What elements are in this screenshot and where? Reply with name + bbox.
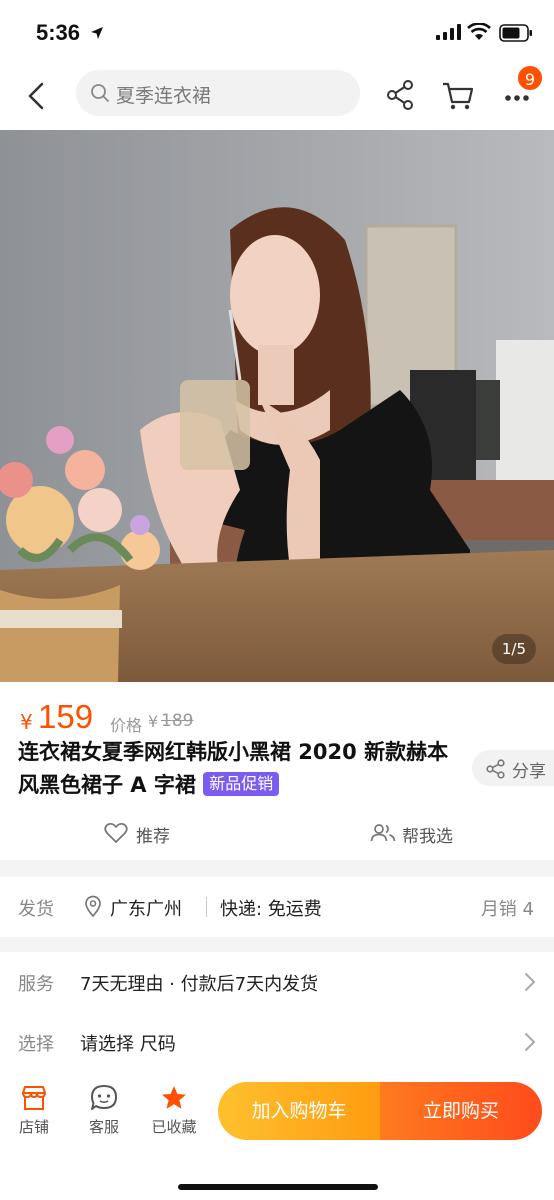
add-to-cart-button[interactable]: 加入购物车: [218, 1082, 380, 1140]
search-placeholder: 夏季连衣裙: [116, 85, 212, 107]
users-icon: [370, 824, 396, 842]
share-icon[interactable]: [384, 78, 416, 112]
cellular-signal-icon: [436, 24, 461, 40]
share-button[interactable]: 分享: [472, 750, 554, 786]
chevron-right-icon: [525, 1033, 536, 1051]
shipping-location: 广东广州: [110, 899, 182, 920]
location-arrow-icon: [91, 27, 103, 39]
status-time: 5:36: [36, 20, 81, 45]
star-icon: [162, 1086, 186, 1109]
buy-now-button[interactable]: 立即购买: [380, 1082, 542, 1140]
service-label: 服务: [18, 974, 54, 995]
product-image[interactable]: 1/5: [0, 130, 554, 682]
back-arrow-icon[interactable]: [22, 78, 54, 114]
status-bar: 5:36: [0, 0, 554, 64]
favorite-tab[interactable]: 已收藏: [144, 1084, 204, 1144]
search-icon: [91, 84, 109, 102]
price-currency: ¥: [20, 710, 33, 734]
select-value: 请选择 尺码: [80, 1034, 176, 1055]
service-value: 7天无理由 · 付款后7天内发货: [80, 974, 319, 995]
message-badge: 9: [516, 64, 544, 92]
service-row[interactable]: 服务 7天无理由 · 付款后7天内发货: [0, 952, 554, 1012]
nav-bar: 夏季连衣裙 9: [0, 64, 554, 130]
heart-icon: [104, 823, 128, 843]
select-row[interactable]: 选择 请选择 尺码: [0, 1012, 554, 1072]
product-photo: [0, 130, 554, 682]
recommend-label: 推荐: [136, 827, 170, 847]
chat-icon: [91, 1085, 117, 1110]
chevron-right-icon: [525, 973, 536, 991]
shipping-express: 快递: 免运费: [220, 899, 322, 920]
help-choose-button[interactable]: 帮我选: [370, 820, 490, 847]
shipping-label: 发货: [18, 899, 54, 920]
promo-tag: 新品促销: [203, 772, 280, 796]
help-choose-label: 帮我选: [402, 827, 453, 847]
price-value: 159: [38, 698, 94, 735]
favorite-label: 已收藏: [151, 1118, 197, 1136]
shipping-row[interactable]: 发货 广东广州 快递: 免运费 月销 4: [0, 877, 554, 937]
original-price-currency: ¥: [148, 712, 159, 731]
gallery-page-indicator: 1/5: [491, 634, 536, 664]
share-icon: [486, 759, 505, 779]
store-tab[interactable]: 店铺: [4, 1084, 64, 1144]
location-pin-icon: [85, 895, 101, 917]
store-icon: [22, 1086, 46, 1110]
service-select-card: 服务 7天无理由 · 付款后7天内发货 选择 请选择 尺码: [0, 952, 554, 1074]
customer-service-tab[interactable]: 客服: [74, 1084, 134, 1144]
share-label: 分享: [512, 762, 546, 782]
store-label: 店铺: [18, 1118, 49, 1136]
cart-icon[interactable]: [440, 78, 476, 112]
search-input[interactable]: 夏季连衣裙: [76, 70, 360, 116]
home-indicator[interactable]: [178, 1184, 378, 1190]
product-title: 连衣裙女夏季网红韩版小黑裙 2020 新款赫本风黑色裙子 A 字裙 新品促销: [18, 736, 458, 802]
bottom-action-bar: 店铺 客服 已收藏 加入购物车 立即购买: [0, 1074, 554, 1200]
monthly-sales: 月销 4: [480, 899, 534, 920]
original-price-value: 189: [161, 711, 194, 731]
customer-service-label: 客服: [88, 1118, 119, 1136]
select-label: 选择: [18, 1034, 54, 1055]
battery-icon: [499, 24, 532, 42]
divider: [206, 897, 207, 917]
product-info-card: ¥ 159 价格 ¥ 189 连衣裙女夏季网红韩版小黑裙 2020 新款赫本风黑…: [0, 682, 554, 860]
original-price-label: 价格: [110, 716, 143, 735]
wifi-icon: [467, 23, 491, 40]
